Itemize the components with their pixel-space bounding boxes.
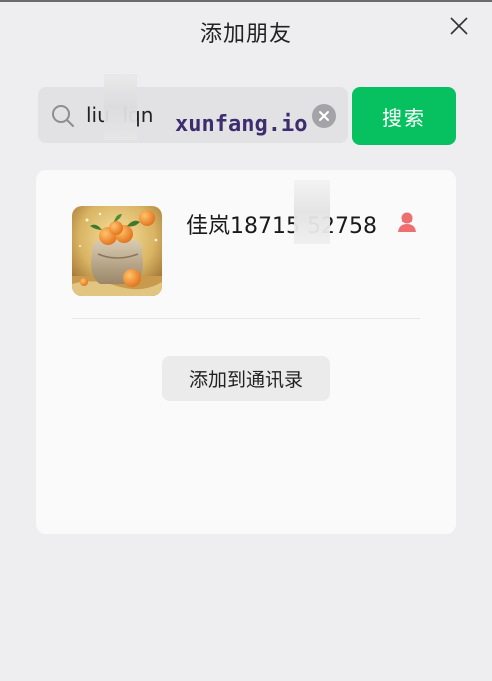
clear-search-button[interactable] xyxy=(312,104,336,128)
privacy-blur xyxy=(104,74,137,140)
search-icon xyxy=(52,105,74,127)
avatar[interactable] xyxy=(72,206,162,296)
close-icon xyxy=(450,17,468,35)
avatar-image xyxy=(72,206,162,296)
privacy-blur xyxy=(294,180,330,244)
close-button[interactable] xyxy=(449,16,469,36)
female-user-icon xyxy=(398,212,416,232)
watermark-text: xunfang.io xyxy=(175,112,308,137)
contact-name: 佳岚18715 52758 xyxy=(186,214,377,239)
window-top-border xyxy=(0,0,492,2)
add-to-contacts-button[interactable]: 添加到通讯录 xyxy=(162,356,330,401)
clear-circle-icon xyxy=(319,111,329,121)
window-title: 添加朋友 xyxy=(199,22,292,47)
search-button[interactable]: 搜索 xyxy=(352,87,456,145)
divider xyxy=(72,318,420,319)
